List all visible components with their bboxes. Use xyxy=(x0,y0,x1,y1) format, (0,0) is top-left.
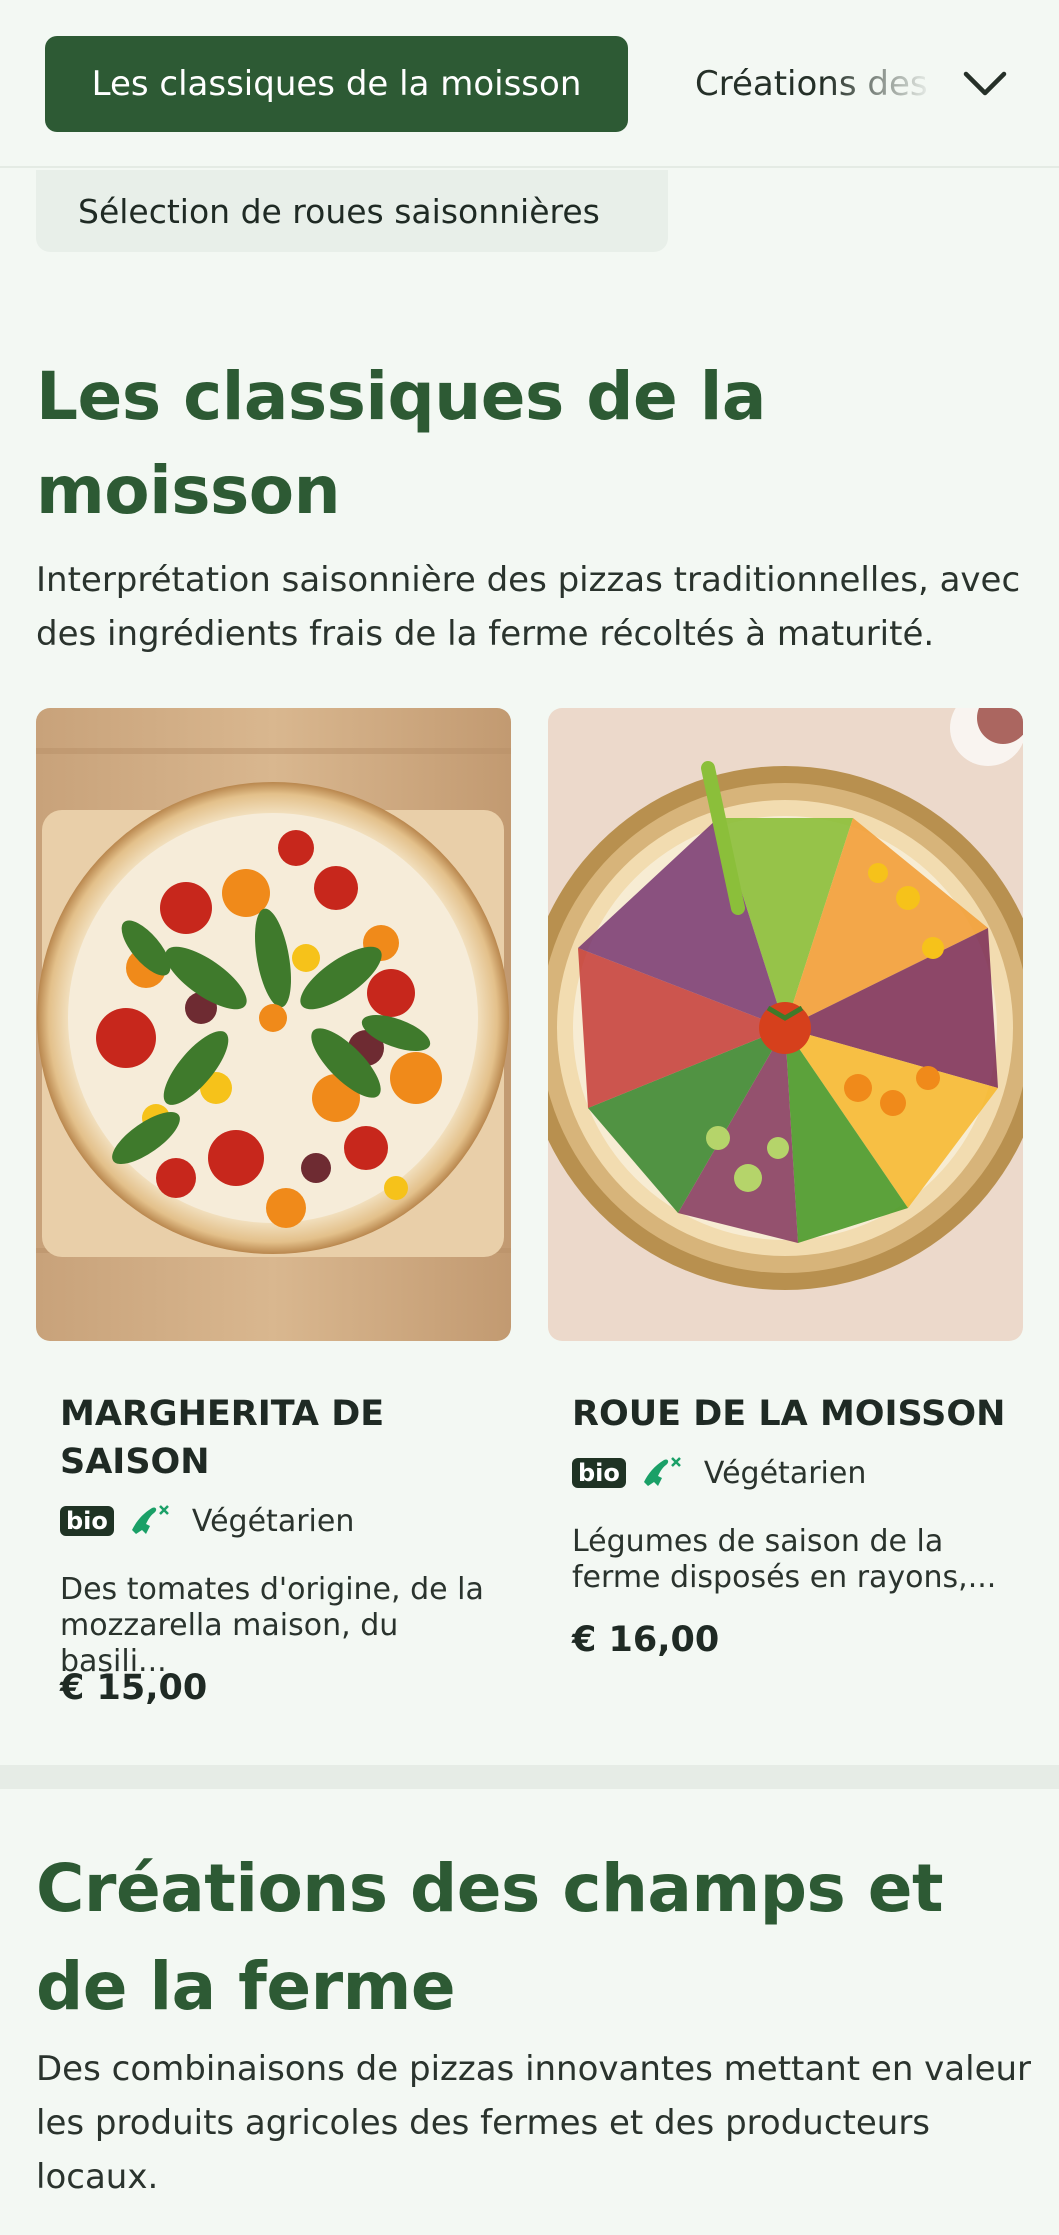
product-tags: bio Végétarien xyxy=(60,1500,354,1542)
vegetarian-icon xyxy=(640,1452,684,1494)
tab-classiques[interactable]: Les classiques de la moisson xyxy=(45,36,628,132)
product-name[interactable]: MARGHERITA DE SAISON xyxy=(60,1390,480,1486)
product-image-margherita[interactable] xyxy=(36,708,511,1341)
chevron-down-icon[interactable] xyxy=(955,58,1015,110)
section-title: Les classiques de la moisson xyxy=(36,358,766,529)
section-divider xyxy=(0,1765,1059,1789)
product-image-roue[interactable] xyxy=(548,708,1023,1341)
subcategory-chip[interactable]: Sélection de roues saisonnières xyxy=(36,170,668,252)
product-description: Légumes de saison de la ferme disposés e… xyxy=(572,1524,997,1595)
product-description: Des tomates d'origine, de la mozzarella … xyxy=(60,1572,484,1679)
vegetarian-icon xyxy=(128,1500,172,1542)
tab-creations[interactable]: Créations des champs et de la ferme xyxy=(695,36,935,132)
category-nav: Les classiques de la moisson Créations d… xyxy=(0,0,1059,168)
product-name[interactable]: ROUE DE LA MOISSON xyxy=(572,1390,1032,1438)
diet-label: Végétarien xyxy=(703,1455,867,1491)
section-description: Des combinaisons de pizzas innovantes me… xyxy=(36,2049,1032,2197)
section-description: Interprétation saisonnière des pizzas tr… xyxy=(36,560,1021,654)
product-tags: bio Végétarien xyxy=(572,1452,866,1494)
section-title: Créations des champs et de la ferme xyxy=(36,1850,944,2025)
bio-badge: bio xyxy=(572,1458,626,1488)
diet-label: Végétarien xyxy=(191,1503,355,1539)
bio-badge: bio xyxy=(60,1506,114,1536)
product-price: € 15,00 xyxy=(60,1668,208,1708)
product-price: € 16,00 xyxy=(572,1620,720,1660)
